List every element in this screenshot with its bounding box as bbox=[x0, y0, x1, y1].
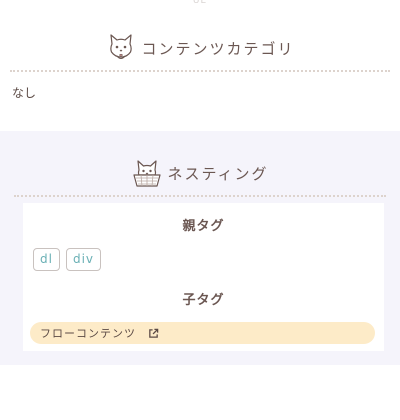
tag-dl[interactable]: dl bbox=[33, 248, 60, 271]
content-category-heading: コンテンツカテゴリ bbox=[0, 28, 400, 68]
tag-div[interactable]: div bbox=[65, 248, 102, 271]
nesting-heading: ネスティング bbox=[0, 153, 400, 193]
nesting-section: ネスティング 親タグ dl div 子タグ フローコンテンツ bbox=[0, 131, 400, 365]
flow-content-label: フローコンテンツ bbox=[40, 327, 136, 340]
parent-tags-heading: 親タグ bbox=[182, 219, 225, 234]
content-category-section: コンテンツカテゴリ なし bbox=[0, 28, 400, 101]
nesting-card: 親タグ dl div 子タグ フローコンテンツ bbox=[23, 203, 384, 351]
nesting-title: ネスティング bbox=[167, 164, 269, 183]
content-category-title: コンテンツカテゴリ bbox=[141, 39, 295, 58]
dotted-divider bbox=[14, 195, 386, 197]
dotted-divider bbox=[10, 70, 390, 72]
cat-face-icon bbox=[110, 34, 133, 60]
cat-in-basket-icon bbox=[133, 160, 162, 187]
external-link-icon bbox=[149, 328, 159, 338]
top-cutoff-text: UE bbox=[192, 0, 208, 6]
content-category-value: なし bbox=[12, 86, 37, 100]
flow-content-link[interactable]: フローコンテンツ bbox=[30, 322, 375, 344]
child-tags-heading: 子タグ bbox=[182, 293, 225, 308]
parent-tags-list: dl div bbox=[33, 248, 384, 271]
page: UE コンテンツカテゴリ なし ネスティング 親タグ dl div 子タグ フロ… bbox=[0, 0, 400, 420]
